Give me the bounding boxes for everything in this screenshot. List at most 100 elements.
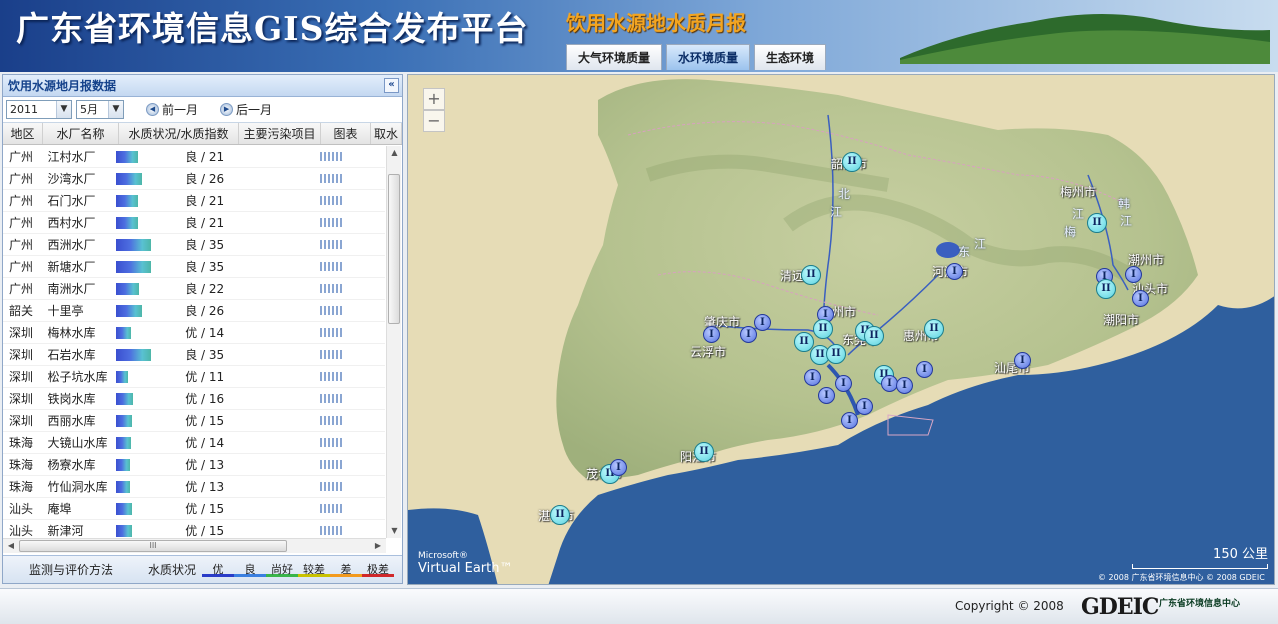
bar-chart-icon[interactable] [320,525,343,535]
col-header-quality[interactable]: 水质状况/水质指数 [119,123,239,144]
bar-chart-icon[interactable] [320,195,343,205]
table-row[interactable]: 广州 南洲水厂 良 / 22 [3,278,385,300]
monitoring-site-marker[interactable]: I [703,326,720,343]
cell-chart[interactable] [308,238,356,252]
bar-chart-icon[interactable] [320,239,343,249]
table-row[interactable]: 广州 西洲水厂 良 / 35 [3,234,385,256]
cell-chart[interactable] [308,304,356,318]
scroll-down-icon[interactable]: ▼ [387,524,402,538]
monitoring-site-marker[interactable]: I [946,263,963,280]
cell-chart[interactable] [308,458,356,472]
hscroll-thumb[interactable]: III [19,540,287,552]
table-row[interactable]: 汕头 新津河 优 / 15 [3,520,385,538]
cell-chart[interactable] [308,502,356,516]
cell-chart[interactable] [308,480,356,494]
col-header-plant[interactable]: 水厂名称 [43,123,119,144]
cell-chart[interactable] [308,348,356,362]
monitoring-site-marker[interactable]: I [835,375,852,392]
table-row[interactable]: 深圳 石岩水库 良 / 35 [3,344,385,366]
table-row[interactable]: 珠海 杨寮水库 优 / 13 [3,454,385,476]
cell-chart[interactable] [308,282,356,296]
cell-chart[interactable] [308,436,356,450]
monitoring-site-marker[interactable]: I [754,314,771,331]
vertical-scrollbar[interactable]: ▲ ▼ [386,146,401,538]
bar-chart-icon[interactable] [320,283,343,293]
cell-chart[interactable] [308,172,356,186]
month-select[interactable]: 5月 ▼ [76,100,124,119]
cell-chart[interactable] [308,260,356,274]
cell-chart[interactable] [308,194,356,208]
col-header-intake[interactable]: 取水 [371,123,402,144]
monitoring-site-marker[interactable]: I [1014,352,1031,369]
map-view[interactable]: + − 韶关市 梅州市 河源市 潮州市 汕头市 潮阳市 清远市 肇庆市 云浮市 … [407,74,1275,585]
bar-chart-icon[interactable] [320,481,343,491]
col-header-chart[interactable]: 图表 [321,123,371,144]
table-row[interactable]: 深圳 松子坑水库 优 / 11 [3,366,385,388]
next-month-button[interactable]: ▶ 后一月 [220,101,272,118]
collapse-panel-icon[interactable]: « [384,78,399,93]
table-row[interactable]: 韶关 十里亭 良 / 26 [3,300,385,322]
table-row[interactable]: 广州 石门水厂 良 / 21 [3,190,385,212]
method-link[interactable]: 监测与评价方法 [29,561,145,578]
monitoring-site-marker[interactable]: II [550,505,570,525]
scroll-left-icon[interactable]: ◀ [4,539,18,553]
scroll-right-icon[interactable]: ▶ [371,539,385,553]
table-row[interactable]: 广州 沙湾水厂 良 / 26 [3,168,385,190]
monitoring-site-marker[interactable]: II [864,326,884,346]
horizontal-scrollbar[interactable]: ◀ III ▶ [3,538,386,553]
bar-chart-icon[interactable] [320,503,343,513]
bar-chart-icon[interactable] [320,173,343,183]
table-row[interactable]: 珠海 竹仙洞水库 优 / 13 [3,476,385,498]
bar-chart-icon[interactable] [320,371,343,381]
scroll-up-icon[interactable]: ▲ [387,146,402,160]
zoom-out-button[interactable]: − [423,110,445,132]
bar-chart-icon[interactable] [320,415,343,425]
table-row[interactable]: 广州 新塘水厂 良 / 35 [3,256,385,278]
bar-chart-icon[interactable] [320,393,343,403]
monitoring-site-marker[interactable]: II [1096,279,1116,299]
table-row[interactable]: 深圳 西丽水库 优 / 15 [3,410,385,432]
bar-chart-icon[interactable] [320,349,343,359]
table-row[interactable]: 广州 西村水厂 良 / 21 [3,212,385,234]
cell-chart[interactable] [308,414,356,428]
monitoring-site-marker[interactable]: I [841,412,858,429]
cell-chart[interactable] [308,392,356,406]
monitoring-site-marker[interactable]: II [1087,213,1107,233]
cell-chart[interactable] [308,370,356,384]
bar-chart-icon[interactable] [320,459,343,469]
cell-chart[interactable] [308,150,356,164]
monitoring-site-marker[interactable]: I [1132,290,1149,307]
col-header-region[interactable]: 地区 [3,123,43,144]
col-header-pollutant[interactable]: 主要污染项目 [239,123,321,144]
prev-month-button[interactable]: ◀ 前一月 [146,101,198,118]
monitoring-site-marker[interactable]: I [896,377,913,394]
bar-chart-icon[interactable] [320,305,343,315]
cell-chart[interactable] [308,524,356,538]
zoom-in-button[interactable]: + [423,88,445,110]
table-row[interactable]: 深圳 梅林水库 优 / 14 [3,322,385,344]
monitoring-site-marker[interactable]: II [826,344,846,364]
monitoring-site-marker[interactable]: I [856,398,873,415]
cell-chart[interactable] [308,326,356,340]
cell-chart[interactable] [308,216,356,230]
tab-ecology[interactable]: 生态环境 [754,44,827,70]
monitoring-site-marker[interactable]: I [804,369,821,386]
monitoring-site-marker[interactable]: I [740,326,757,343]
table-row[interactable]: 广州 江村水厂 良 / 21 [3,146,385,168]
monitoring-site-marker[interactable]: II [694,442,714,462]
scroll-thumb[interactable] [388,174,400,324]
table-row[interactable]: 深圳 铁岗水库 优 / 16 [3,388,385,410]
table-row[interactable]: 珠海 大镜山水库 优 / 14 [3,432,385,454]
bar-chart-icon[interactable] [320,437,343,447]
chevron-down-icon[interactable]: ▼ [56,101,71,118]
monitoring-site-marker[interactable]: II [813,319,833,339]
year-select[interactable]: 2011 ▼ [6,100,72,119]
tab-water-quality[interactable]: 水环境质量 [666,44,751,70]
table-row[interactable]: 汕头 庵埠 优 / 15 [3,498,385,520]
monitoring-site-marker[interactable]: II [924,319,944,339]
monitoring-site-marker[interactable]: I [916,361,933,378]
bar-chart-icon[interactable] [320,217,343,227]
tab-air-quality[interactable]: 大气环境质量 [566,44,663,70]
bar-chart-icon[interactable] [320,261,343,271]
chevron-down-icon[interactable]: ▼ [108,101,123,118]
